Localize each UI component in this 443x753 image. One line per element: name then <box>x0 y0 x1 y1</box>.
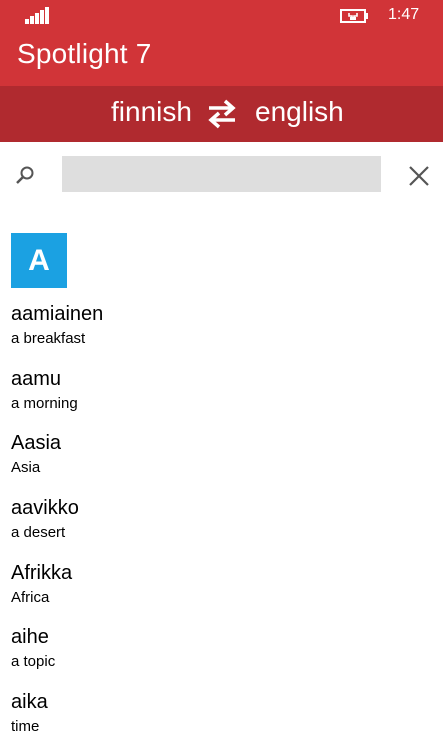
list-item[interactable]: aavikko a desert <box>11 494 431 559</box>
clock: 1:47 <box>388 6 420 23</box>
search-input[interactable] <box>62 156 381 192</box>
source-language-button[interactable]: finnish <box>111 96 192 128</box>
list-item[interactable]: aamu a morning <box>11 365 431 430</box>
app-header: Spotlight 7 <box>0 32 443 86</box>
battery-charging-icon <box>340 9 368 23</box>
word-finnish: Aasia <box>11 432 62 455</box>
index-letter-tile[interactable]: A <box>11 233 67 288</box>
word-english: a desert <box>11 524 66 542</box>
word-finnish: aamu <box>11 367 62 390</box>
word-finnish: aamiainen <box>11 303 104 325</box>
list-item[interactable]: Aasia Asia <box>11 429 431 494</box>
language-bar: finnish english <box>0 86 443 142</box>
list-item[interactable]: aihe a topic <box>11 623 431 688</box>
word-english: a breakfast <box>11 330 86 347</box>
clear-icon[interactable] <box>404 161 432 189</box>
status-bar: 1:47 <box>0 0 443 32</box>
search-icon <box>16 166 34 184</box>
word-english: a morning <box>11 394 78 412</box>
word-english: a topic <box>11 653 56 671</box>
swap-icon[interactable] <box>205 98 239 130</box>
signal-icon <box>25 7 51 24</box>
list-item[interactable]: Afrikka Africa <box>11 559 431 624</box>
word-list: aamiainen a breakfast aamu a morning Aas… <box>11 300 431 753</box>
list-item[interactable]: aika time <box>11 688 431 753</box>
word-english: Asia <box>11 459 41 477</box>
search-row <box>0 142 443 206</box>
word-english: Africa <box>11 588 50 606</box>
word-finnish: Afrikka <box>11 561 73 584</box>
word-finnish: aihe <box>11 626 49 649</box>
word-english: time <box>11 718 40 736</box>
word-finnish: aika <box>11 691 48 714</box>
list-item[interactable]: aamiainen a breakfast <box>11 300 431 365</box>
target-language-button[interactable]: english <box>255 96 344 128</box>
app-title: Spotlight 7 <box>17 38 152 69</box>
word-finnish: aavikko <box>11 497 79 520</box>
